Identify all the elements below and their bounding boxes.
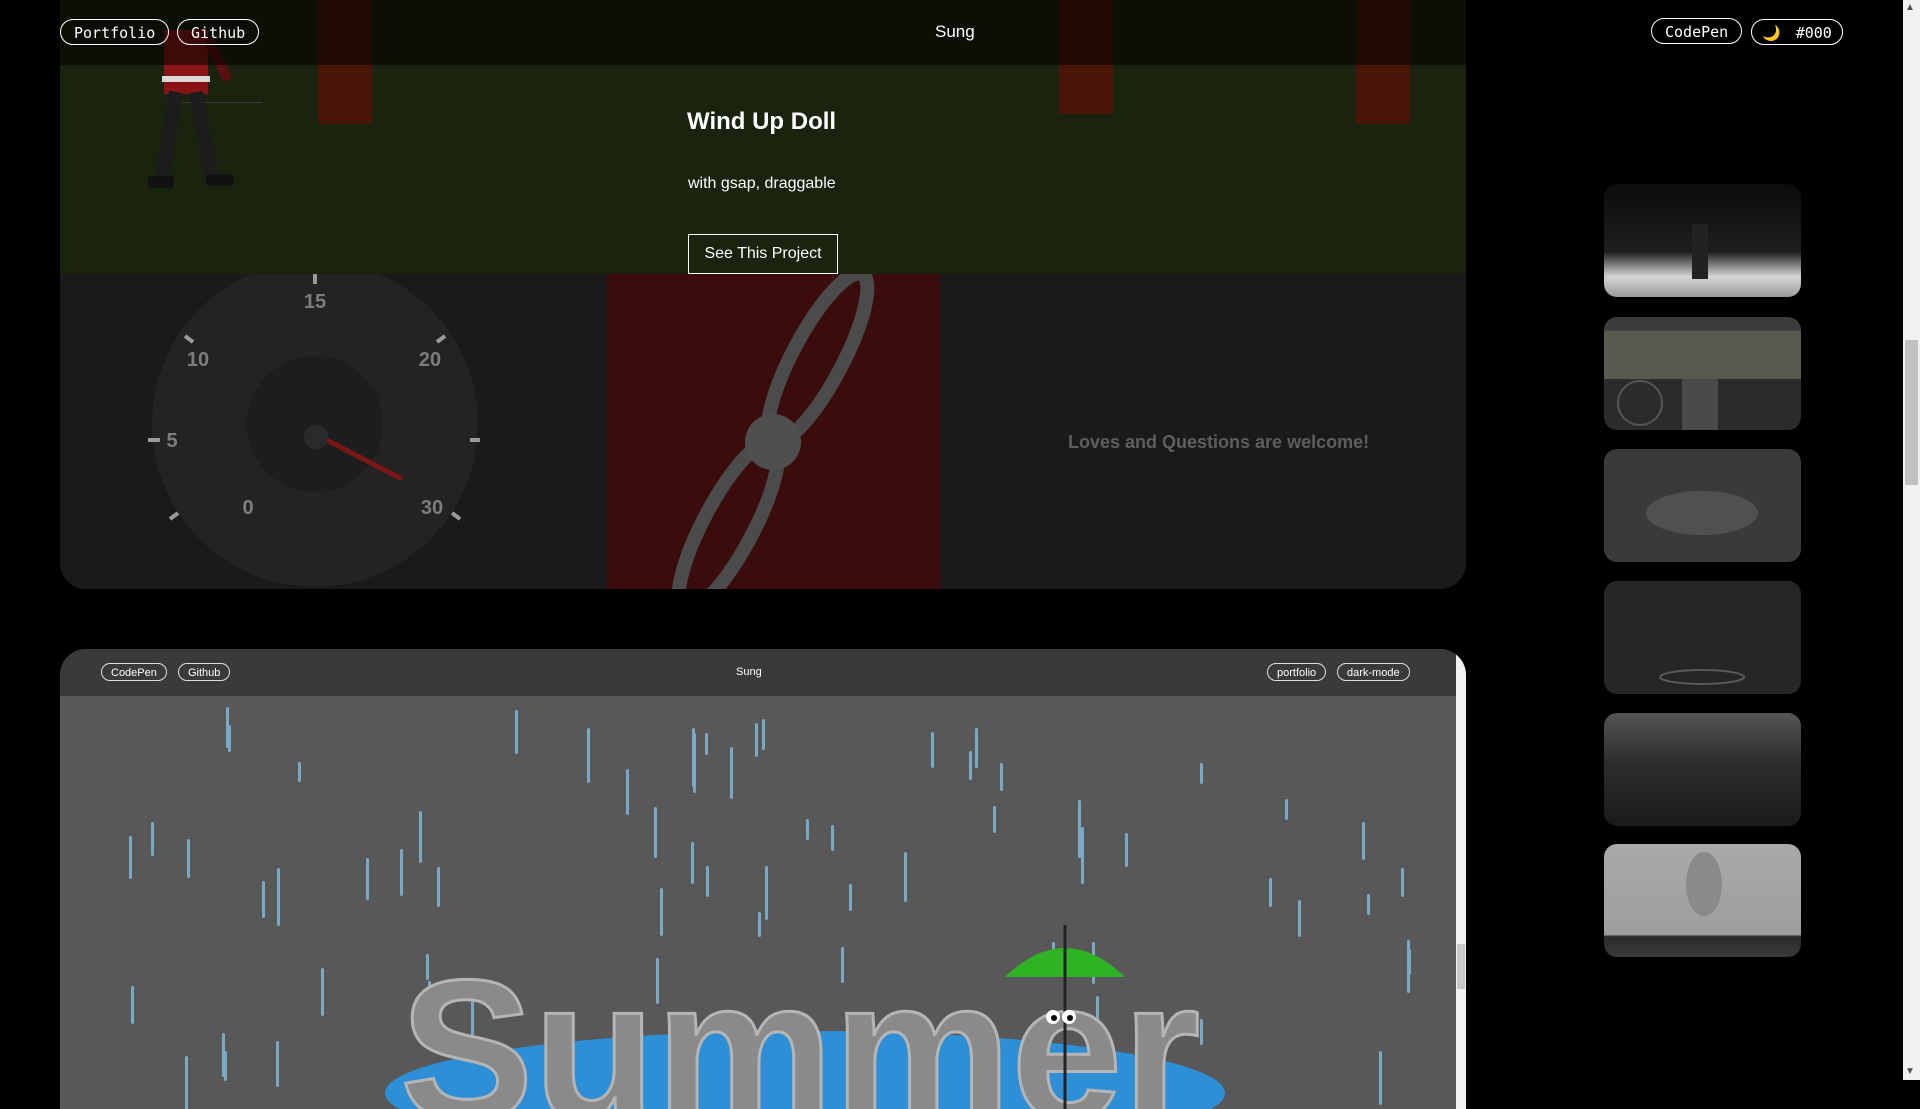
project-title: Wind Up Doll xyxy=(687,108,837,135)
scroll-down-arrow-icon[interactable]: ▼ xyxy=(1905,1066,1915,1077)
top-navbar: Portfolio Github Sung CodePen 🌙 #000 xyxy=(0,0,1903,65)
propeller-panel xyxy=(607,266,940,589)
site-title: Sung xyxy=(935,22,975,41)
see-project-button[interactable]: See This Project xyxy=(688,234,838,274)
project-thumbnail[interactable] xyxy=(1604,713,1801,826)
gauge-tick-label: 30 xyxy=(421,497,443,519)
thumbnail-preview-icon xyxy=(1659,669,1745,685)
portfolio-link[interactable]: Portfolio xyxy=(60,19,170,45)
propeller-icon xyxy=(671,266,875,589)
gauge-tick-label: 20 xyxy=(419,349,441,371)
project-thumbnail[interactable] xyxy=(1604,184,1801,297)
gauge-tick-label: 0 xyxy=(242,497,253,519)
theme-toggle-button[interactable]: 🌙 #000 xyxy=(1751,19,1843,45)
scroll-up-arrow-icon[interactable]: ▲ xyxy=(1905,2,1915,13)
summer-banner: Summer xyxy=(385,925,1225,1109)
codepen-link[interactable]: CodePen xyxy=(1651,18,1743,44)
theme-color-label: #000 xyxy=(1795,24,1832,42)
gauge-tick-label: 10 xyxy=(187,349,209,371)
gauge-tick-label: 5 xyxy=(166,430,177,452)
page-scrollbar[interactable] xyxy=(1903,0,1920,1080)
gauge-tick-label: 15 xyxy=(304,291,326,313)
thumbnail-preview-icon xyxy=(1617,379,1718,430)
project-card-wind-up-doll: Wind Up Doll with gsap, draggable See Th… xyxy=(60,0,1466,589)
project-thumbnail[interactable] xyxy=(1604,449,1801,562)
moon-icon: 🌙 xyxy=(1762,24,1781,42)
thumbnail-preview-icon xyxy=(1686,852,1722,916)
project-thumbnail[interactable] xyxy=(1604,581,1801,694)
thumbnail-preview-icon xyxy=(1646,491,1758,535)
project-thumbnail[interactable] xyxy=(1604,844,1801,957)
speed-gauge: 15 10 20 5 25 0 30 xyxy=(148,274,480,587)
github-link[interactable]: Github xyxy=(177,19,260,45)
project-thumbnail[interactable] xyxy=(1604,317,1801,430)
summer-preview-frame: CodePen Github Sung portfolio dark-mode … xyxy=(60,649,1466,1109)
preview-scrollbar[interactable] xyxy=(1456,649,1466,1109)
page-scrollbar-thumb[interactable] xyxy=(1905,340,1918,485)
preview-scrollbar-thumb[interactable] xyxy=(1457,944,1465,989)
thumbnail-preview-icon xyxy=(1692,224,1708,279)
project-subtitle: with gsap, draggable xyxy=(688,175,836,192)
welcome-message: Loves and Questions are welcome! xyxy=(1068,432,1370,452)
card-lower-panel: 15 10 20 5 25 0 30 Loves and Questions a… xyxy=(60,266,1466,589)
